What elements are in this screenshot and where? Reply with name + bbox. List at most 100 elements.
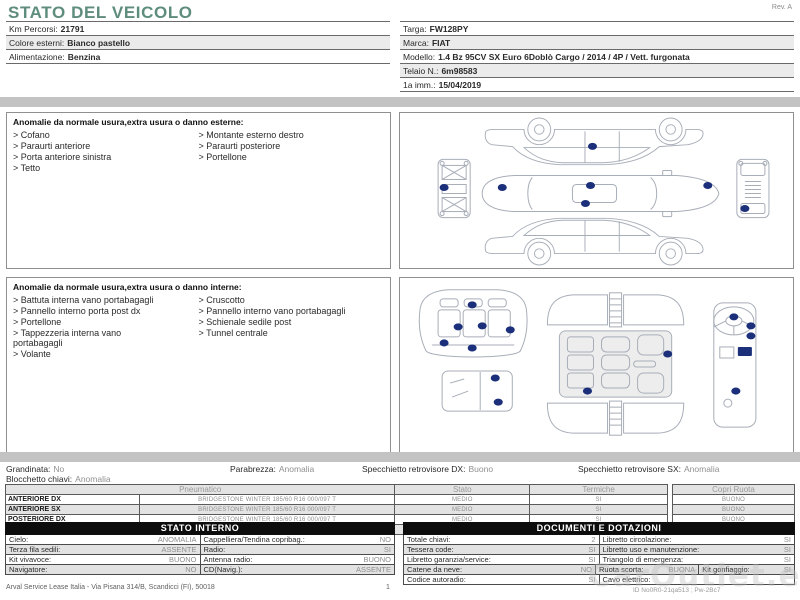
field-label: Cappelliera/Tendina copribag.: bbox=[203, 535, 305, 544]
damage-marker bbox=[746, 332, 756, 340]
info-row-modello: Modello: 1.4 Bz 95CV SX Euro 6Doblò Cargo… bbox=[400, 50, 794, 64]
section-divider-bar bbox=[0, 97, 800, 107]
summary-label: Grandinata: bbox=[6, 464, 51, 474]
stato-interno-row: Terza fila sedili: ASSENTE Radio: SI bbox=[5, 545, 395, 555]
info-label: Km Percorsi: bbox=[9, 24, 58, 34]
summary-parabrezza: Parabrezza: Anomalia bbox=[230, 464, 314, 474]
page-number: 1 bbox=[386, 584, 390, 591]
field-label: Radio: bbox=[203, 545, 226, 554]
cabin-view bbox=[546, 292, 685, 436]
info-row-prima-imm: 1a imm.: 15/04/2019 bbox=[400, 78, 794, 92]
vehicle-info-left: Km Percorsi: 21791 Colore esterni: Bianco … bbox=[6, 21, 390, 64]
exterior-car-diagram bbox=[437, 117, 770, 266]
anomaly-item: > Pannello interno vano portabagagli bbox=[198, 306, 346, 316]
field-label: Cielo: bbox=[9, 535, 29, 544]
anomaly-item: > Tetto bbox=[13, 163, 41, 173]
field-label: Libretto garanzia/service: bbox=[407, 555, 491, 564]
summary-label: Blocchetto chiavi: bbox=[6, 474, 73, 484]
anomaly-item: > Paraurti anteriore bbox=[13, 141, 91, 151]
info-row-km: Km Percorsi: 21791 bbox=[6, 22, 390, 36]
interior-damage-diagram-panel bbox=[399, 277, 794, 453]
copri-ruota-value: BUONO bbox=[672, 494, 795, 505]
roof-view bbox=[441, 370, 513, 412]
exterior-anomalies-lists: > Cofano > Paraurti anteriore > Porta an… bbox=[7, 130, 390, 174]
tyre-row: ANTERIORE DX BRIDGESTONE WINTER 185/60 R… bbox=[5, 494, 668, 505]
tyre-col-stato: Stato bbox=[394, 484, 531, 495]
copri-ruota-header: Copri Ruota bbox=[672, 484, 795, 495]
info-value: Benzina bbox=[67, 52, 101, 62]
field-value: SI bbox=[588, 545, 596, 554]
summary-label: Specchietto retrovisore DX: bbox=[362, 464, 466, 474]
field-value: SI bbox=[783, 535, 791, 544]
tyre-position: ANTERIORE DX bbox=[5, 494, 140, 505]
summary-value: No bbox=[53, 464, 65, 474]
interior-anomalies-col-right: > Cruscotto > Pannello interno vano port… bbox=[199, 295, 349, 360]
anomaly-item: > Tappezzeria interna vano portabagagli bbox=[13, 328, 122, 348]
summary-label: Specchietto retrovisore SX: bbox=[578, 464, 681, 474]
documenti-row: Totale chiavi: 2 Libretto circolazione: SI bbox=[403, 535, 795, 545]
field-label: Antenna radio: bbox=[203, 555, 253, 564]
damage-marker bbox=[453, 323, 463, 331]
tyre-col-termiche: Termiche bbox=[529, 484, 668, 495]
interior-car-diagram bbox=[418, 289, 757, 436]
stato-interno-row: Cielo: ANOMALIA Cappelliera/Tendina copri… bbox=[5, 535, 395, 545]
anomaly-item: > Battuta interna vano portabagagli bbox=[13, 295, 154, 305]
anomaly-item: > Cofano bbox=[13, 130, 50, 140]
info-row-alimentazione: Alimentazione: Benzina bbox=[6, 50, 390, 64]
field-label: Totale chiavi: bbox=[407, 535, 451, 544]
info-label: Telaio N.: bbox=[403, 66, 439, 76]
info-row-colore: Colore esterni: Bianco pastello bbox=[6, 36, 390, 50]
field-label: Terza fila sedili: bbox=[9, 545, 61, 554]
interior-anomalies-panel: Anomalie da normale usura,extra usura o … bbox=[6, 277, 391, 453]
info-label: Alimentazione: bbox=[9, 52, 65, 62]
summary-specchietto-sx: Specchietto retrovisore SX: Anomalia bbox=[578, 464, 719, 474]
info-value: 6m98583 bbox=[441, 66, 478, 76]
copri-ruota-row: BUONO bbox=[672, 494, 795, 505]
anomaly-item: > Tunnel centrale bbox=[198, 328, 268, 338]
tyre-description: BRIDGESTONE WINTER 185/60 R16 000/097 T bbox=[138, 494, 396, 505]
exterior-damage-diagram-panel bbox=[399, 112, 794, 269]
damage-marker bbox=[439, 183, 449, 192]
damage-marker bbox=[729, 313, 739, 321]
field-value: SI bbox=[783, 545, 791, 554]
damage-marker bbox=[477, 322, 487, 330]
field-value: SI bbox=[383, 545, 391, 554]
damage-marker bbox=[582, 387, 592, 395]
info-value: 1.4 Bz 95CV SX Euro 6Doblò Cargo / 2014 … bbox=[438, 52, 690, 62]
info-label: Marca: bbox=[403, 38, 429, 48]
damage-marker bbox=[505, 326, 515, 334]
summary-value: Anomalia bbox=[278, 464, 315, 474]
tyre-termiche: SI bbox=[529, 494, 668, 505]
tyre-termiche: SI bbox=[529, 504, 668, 515]
anomaly-item: > Schienale sedile post bbox=[198, 317, 292, 327]
info-label: Colore esterni: bbox=[9, 38, 65, 48]
info-row-marca: Marca: FIAT bbox=[400, 36, 794, 50]
damage-marker bbox=[497, 183, 507, 192]
field-value: 2 bbox=[591, 535, 596, 544]
exterior-anomalies-header: Anomalie da normale usura,extra usura o … bbox=[13, 117, 244, 127]
damage-marker bbox=[703, 181, 713, 189]
damage-marker bbox=[740, 205, 750, 213]
field-label: Kit vivavoce: bbox=[9, 555, 52, 564]
revision-label: Rev. A bbox=[771, 4, 792, 11]
summary-value: Buono bbox=[468, 464, 494, 474]
damage-marker bbox=[439, 339, 449, 347]
field-value: NO bbox=[185, 565, 197, 574]
damage-marker bbox=[493, 398, 503, 406]
damage-marker bbox=[467, 301, 477, 309]
field-label: Libretto uso e manutenzione: bbox=[602, 545, 700, 554]
damage-marker bbox=[663, 350, 673, 358]
anomaly-item: > Montante esterno destro bbox=[198, 130, 304, 140]
field-value: ANOMALIA bbox=[157, 535, 197, 544]
info-row-targa: Targa: FW128PY bbox=[400, 22, 794, 36]
anomaly-item: > Portellone bbox=[198, 152, 247, 162]
field-label: Navigatore: bbox=[9, 565, 48, 574]
info-label: 1a imm.: bbox=[403, 80, 436, 90]
stato-interno-row: Kit vivavoce: BUONO Antenna radio: BUONO bbox=[5, 555, 395, 565]
tyre-row: ANTERIORE SX BRIDGESTONE WINTER 185/60 R… bbox=[5, 504, 668, 515]
info-value: Bianco pastello bbox=[67, 38, 131, 48]
field-value: ASSENTE bbox=[355, 565, 391, 574]
damage-marker bbox=[587, 142, 598, 150]
anomaly-item: > Volante bbox=[13, 349, 51, 359]
summary-specchietto-dx: Specchietto retrovisore DX: Buono bbox=[362, 464, 493, 474]
